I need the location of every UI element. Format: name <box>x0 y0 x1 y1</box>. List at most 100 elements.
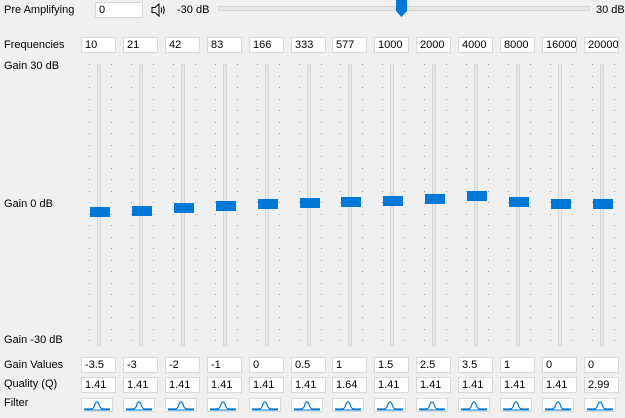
gain-value-input[interactable]: -3.5 <box>81 357 116 373</box>
filter-type-button[interactable] <box>332 398 364 412</box>
tick-mark <box>550 168 551 169</box>
tick-mark <box>257 145 258 146</box>
tick-mark <box>153 133 154 134</box>
quality-input[interactable]: 1.41 <box>416 377 451 393</box>
gain-value-input[interactable]: -1 <box>207 357 242 373</box>
quality-input[interactable]: 1.41 <box>123 377 158 393</box>
band-slider-thumb[interactable] <box>216 201 236 211</box>
filter-type-button[interactable] <box>249 398 281 412</box>
gain-value-input[interactable]: 1 <box>332 357 367 373</box>
frequency-input[interactable]: 42 <box>165 37 200 53</box>
band-slider-thumb[interactable] <box>258 199 278 209</box>
tick-mark <box>153 248 154 249</box>
quality-input[interactable]: 1.41 <box>81 377 116 393</box>
frequency-input[interactable]: 577 <box>332 37 367 53</box>
filter-type-button[interactable] <box>416 398 448 412</box>
frequency-input[interactable]: 21 <box>123 37 158 53</box>
band-slider-track[interactable] <box>139 64 143 346</box>
band-slider-thumb[interactable] <box>467 191 487 201</box>
quality-input[interactable]: 1.41 <box>291 377 326 393</box>
band-tick-marks <box>111 64 112 346</box>
filter-type-button[interactable] <box>207 398 239 412</box>
quality-input[interactable]: 1.64 <box>332 377 367 393</box>
band-slider-thumb[interactable] <box>383 196 403 206</box>
filter-type-button[interactable] <box>542 398 574 412</box>
tick-mark <box>488 283 489 284</box>
band-slider-thumb[interactable] <box>132 206 152 216</box>
frequency-input[interactable]: 8000 <box>500 37 535 53</box>
band-slider-thumb[interactable] <box>300 198 320 208</box>
gain-value-input[interactable]: -3 <box>123 357 158 373</box>
frequency-input[interactable]: 1000 <box>374 37 409 53</box>
filter-type-button[interactable] <box>458 398 490 412</box>
tick-mark <box>257 179 258 180</box>
tick-mark <box>195 99 196 100</box>
tick-mark <box>299 317 300 318</box>
quality-input[interactable]: 1.41 <box>374 377 409 393</box>
frequency-input[interactable]: 2000 <box>416 37 451 53</box>
tick-mark <box>614 87 615 88</box>
tick-mark <box>321 64 322 65</box>
frequency-input[interactable]: 333 <box>291 37 326 53</box>
tick-mark <box>299 145 300 146</box>
band-slider-track[interactable] <box>97 64 101 346</box>
speaker-icon[interactable] <box>151 2 167 18</box>
tick-mark <box>153 202 154 203</box>
tick-mark <box>279 225 280 226</box>
gain-value-input[interactable]: 0 <box>542 357 577 373</box>
tick-mark <box>340 191 341 192</box>
band-slider-thumb[interactable] <box>174 203 194 213</box>
gain-value-input[interactable]: 3.5 <box>458 357 493 373</box>
quality-input[interactable]: 1.41 <box>458 377 493 393</box>
gain-value-input[interactable]: 1 <box>500 357 535 373</box>
frequency-input[interactable]: 4000 <box>458 37 493 53</box>
filter-type-button[interactable] <box>165 398 197 412</box>
band-slider-track[interactable] <box>432 64 436 346</box>
tick-mark <box>508 99 509 100</box>
frequency-input[interactable]: 16000 <box>542 37 577 53</box>
gain-value-input[interactable]: 0.5 <box>291 357 326 373</box>
quality-input[interactable]: 1.41 <box>500 377 535 393</box>
preamp-slider-thumb[interactable] <box>396 0 407 17</box>
gain-value-input[interactable]: 1.5 <box>374 357 409 373</box>
band-slider-thumb[interactable] <box>425 194 445 204</box>
filter-type-button[interactable] <box>291 398 323 412</box>
tick-mark <box>279 110 280 111</box>
tick-mark <box>572 294 573 295</box>
tick-mark <box>215 317 216 318</box>
quality-input[interactable]: 1.41 <box>249 377 284 393</box>
tick-mark <box>592 237 593 238</box>
quality-input[interactable]: 2.99 <box>584 377 619 393</box>
filter-type-button[interactable] <box>374 398 406 412</box>
frequency-input[interactable]: 166 <box>249 37 284 53</box>
gain-value-input[interactable]: 0 <box>249 357 284 373</box>
gain-value-input[interactable]: 0 <box>584 357 619 373</box>
quality-input[interactable]: 1.41 <box>542 377 577 393</box>
filter-type-button[interactable] <box>81 398 113 412</box>
gain-value-input[interactable]: 2.5 <box>416 357 451 373</box>
frequency-input[interactable]: 20000 <box>584 37 619 53</box>
band-slider-thumb[interactable] <box>551 199 571 209</box>
band-slider-thumb[interactable] <box>593 199 613 209</box>
tick-mark <box>404 168 405 169</box>
gain-value-input[interactable]: -2 <box>165 357 200 373</box>
filter-type-button[interactable] <box>123 398 155 412</box>
tick-mark <box>131 110 132 111</box>
tick-mark <box>215 271 216 272</box>
filter-type-button[interactable] <box>584 398 616 412</box>
quality-input[interactable]: 1.41 <box>207 377 242 393</box>
tick-mark <box>111 202 112 203</box>
preamp-value-input[interactable]: 0 <box>95 2 143 18</box>
band-slider-thumb[interactable] <box>90 207 110 217</box>
frequency-input[interactable]: 10 <box>81 37 116 53</box>
band-slider-track[interactable] <box>474 64 478 346</box>
band-slider-thumb[interactable] <box>509 197 529 207</box>
frequency-input[interactable]: 83 <box>207 37 242 53</box>
quality-input[interactable]: 1.41 <box>165 377 200 393</box>
filter-type-button[interactable] <box>500 398 532 412</box>
tick-mark <box>382 260 383 261</box>
tick-mark <box>362 202 363 203</box>
band-slider-thumb[interactable] <box>341 197 361 207</box>
tick-mark <box>131 133 132 134</box>
tick-mark <box>424 122 425 123</box>
